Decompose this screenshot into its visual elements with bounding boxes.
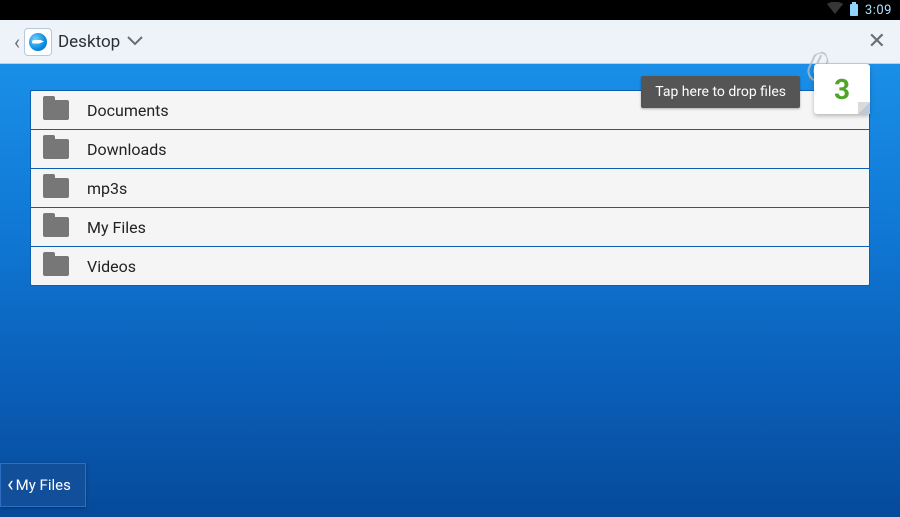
folder-label: Videos: [87, 257, 136, 276]
main-canvas: Documents Downloads mp3s My Files Videos…: [0, 64, 900, 517]
folder-label: mp3s: [87, 179, 127, 198]
folder-icon: [43, 100, 69, 120]
file-list: Documents Downloads mp3s My Files Videos: [30, 90, 870, 286]
folder-icon: [43, 217, 69, 237]
app-logo[interactable]: [24, 28, 52, 56]
bottom-chip-label: My Files: [16, 476, 71, 494]
drop-target-badge[interactable]: 3: [814, 64, 870, 114]
folder-row[interactable]: Downloads: [30, 129, 870, 169]
folder-row[interactable]: mp3s: [30, 168, 870, 208]
folder-row[interactable]: Videos: [30, 246, 870, 286]
close-icon[interactable]: ✕: [864, 29, 890, 54]
chevron-left-icon: ‹: [7, 477, 14, 493]
folder-icon: [43, 256, 69, 276]
back-icon[interactable]: ‹: [10, 30, 24, 54]
drop-tooltip: Tap here to drop files: [641, 76, 800, 108]
folder-label: Downloads: [87, 140, 166, 159]
wifi-icon: [827, 2, 843, 18]
folder-label: My Files: [87, 218, 146, 237]
folder-icon: [43, 139, 69, 159]
folder-label: Documents: [87, 101, 169, 120]
app-bar: ‹ Desktop ✕: [0, 20, 900, 64]
battery-icon: [849, 2, 859, 19]
breadcrumb-title[interactable]: Desktop: [58, 32, 120, 52]
folder-icon: [43, 178, 69, 198]
drop-count: 3: [834, 73, 850, 106]
status-bar: 3:09: [0, 0, 900, 20]
clock: 3:09: [865, 3, 892, 18]
folder-row[interactable]: My Files: [30, 207, 870, 247]
bottom-nav-chip[interactable]: ‹ My Files: [0, 463, 86, 507]
chevron-down-icon[interactable]: [126, 32, 144, 51]
